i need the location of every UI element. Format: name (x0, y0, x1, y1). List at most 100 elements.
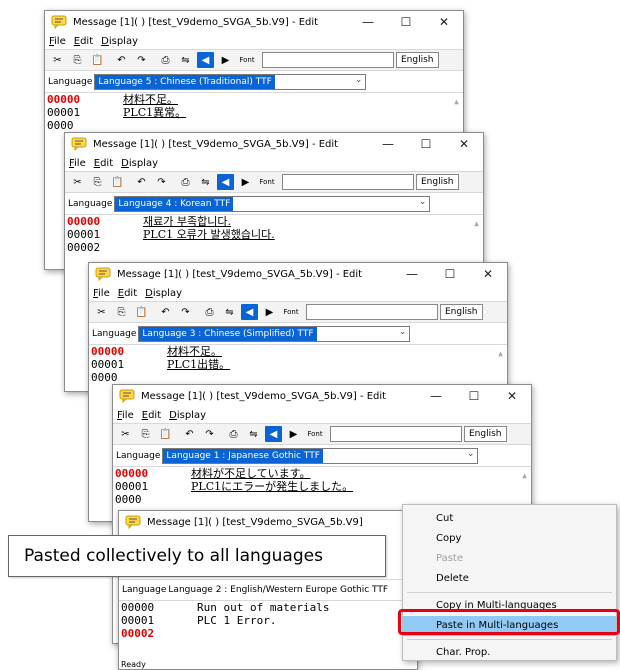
print-icon[interactable]: ⎙ (157, 52, 174, 68)
copy-icon[interactable]: ⎘ (69, 52, 86, 68)
undo-icon[interactable]: ↶ (181, 426, 198, 442)
table-row[interactable]: 00001 PLC1にエラーが発生しました。 (113, 480, 531, 493)
close-button[interactable]: ✕ (445, 137, 483, 151)
search-input[interactable] (330, 426, 462, 442)
redo-icon[interactable]: ↷ (201, 426, 218, 442)
menu-display[interactable]: Display (145, 288, 182, 299)
language-select[interactable]: Language 5 : Chinese (Traditional) TTF ⌄ (94, 73, 367, 90)
paste-icon[interactable]: 📋 (157, 426, 174, 442)
prev-icon[interactable]: ◀ (241, 304, 258, 320)
paste-icon[interactable]: 📋 (109, 174, 126, 190)
language-select[interactable]: Language 3 : Chinese (Simplified) TTF ⌄ (138, 325, 411, 342)
scroll-up-icon[interactable]: ▲ (522, 471, 527, 480)
table-row[interactable]: 00001 PLC1出错。 (89, 358, 507, 371)
menu-item-cut[interactable]: Cut (403, 509, 616, 529)
menu-edit[interactable]: Edit (118, 288, 137, 299)
cut-icon[interactable]: ✂ (49, 52, 66, 68)
minimize-button[interactable]: — (349, 15, 387, 29)
menu-item-char-prop[interactable]: Char. Prop. (403, 643, 616, 663)
copy-icon[interactable]: ⎘ (89, 174, 106, 190)
table-row[interactable]: 0000 (45, 119, 463, 132)
prev-icon[interactable]: ◀ (265, 426, 282, 442)
table-row[interactable]: 00000 材料不足。 (89, 345, 507, 358)
menu-edit[interactable]: Edit (142, 410, 161, 421)
table-row[interactable]: 00001 PLC 1 Error. (119, 614, 417, 627)
cut-icon[interactable]: ✂ (93, 304, 110, 320)
english-button[interactable]: English (464, 426, 507, 442)
search-input[interactable] (306, 304, 438, 320)
maximize-button[interactable]: ☐ (387, 15, 425, 29)
print-icon[interactable]: ⎙ (225, 426, 242, 442)
jump-icon[interactable]: ⇋ (177, 52, 194, 68)
search-input[interactable] (282, 174, 414, 190)
undo-icon[interactable]: ↶ (157, 304, 174, 320)
menu-item-delete[interactable]: Delete (403, 569, 616, 589)
menu-display[interactable]: Display (169, 410, 206, 421)
minimize-button[interactable]: — (369, 137, 407, 151)
menu-file[interactable]: File (49, 36, 66, 47)
close-button[interactable]: ✕ (425, 15, 463, 29)
english-button[interactable]: English (396, 52, 439, 68)
english-button[interactable]: English (440, 304, 483, 320)
table-row[interactable]: 00000 材料が不足しています。 (113, 467, 531, 480)
cut-icon[interactable]: ✂ (69, 174, 86, 190)
table-row[interactable]: 00001 PLC1 오류가 발생했습니다. (65, 228, 483, 241)
minimize-button[interactable]: — (393, 267, 431, 281)
language-select[interactable]: Language 1 : Japanese Gothic TTF ⌄ (162, 447, 479, 464)
table-row[interactable]: 00000 재료가 부족합니다. (65, 215, 483, 228)
font-button[interactable]: Font (257, 174, 277, 190)
language-select[interactable]: Language 2 : English/Western Europe Goth… (168, 582, 388, 598)
prev-icon[interactable]: ◀ (217, 174, 234, 190)
menu-file[interactable]: File (93, 288, 110, 299)
next-icon[interactable]: ▶ (217, 52, 234, 68)
menu-file[interactable]: File (117, 410, 134, 421)
maximize-button[interactable]: ☐ (431, 267, 469, 281)
copy-icon[interactable]: ⎘ (137, 426, 154, 442)
maximize-button[interactable]: ☐ (455, 389, 493, 403)
redo-icon[interactable]: ↷ (153, 174, 170, 190)
print-icon[interactable]: ⎙ (201, 304, 218, 320)
print-icon[interactable]: ⎙ (177, 174, 194, 190)
prev-icon[interactable]: ◀ (197, 52, 214, 68)
next-icon[interactable]: ▶ (237, 174, 254, 190)
table-row[interactable]: 00000 材料不足。 (45, 93, 463, 106)
scroll-up-icon[interactable]: ▲ (474, 219, 479, 228)
jump-icon[interactable]: ⇋ (221, 304, 238, 320)
english-button[interactable]: English (416, 174, 459, 190)
table-row[interactable]: 00002 (119, 627, 417, 640)
table-row[interactable]: 00000 Run out of materials (119, 601, 417, 614)
next-icon[interactable]: ▶ (285, 426, 302, 442)
menu-edit[interactable]: Edit (94, 158, 113, 169)
cut-icon[interactable]: ✂ (117, 426, 134, 442)
jump-icon[interactable]: ⇋ (245, 426, 262, 442)
menu-file[interactable]: File (69, 158, 86, 169)
redo-icon[interactable]: ↷ (177, 304, 194, 320)
undo-icon[interactable]: ↶ (113, 52, 130, 68)
font-button[interactable]: Font (237, 52, 257, 68)
minimize-button[interactable]: — (417, 389, 455, 403)
menu-display[interactable]: Display (121, 158, 158, 169)
table-row[interactable]: 0000 (89, 371, 507, 384)
close-button[interactable]: ✕ (493, 389, 531, 403)
maximize-button[interactable]: ☐ (407, 137, 445, 151)
menu-item-copy[interactable]: Copy (403, 529, 616, 549)
table-row[interactable]: 00002 (65, 241, 483, 254)
search-input[interactable] (262, 52, 394, 68)
scroll-up-icon[interactable]: ▲ (498, 349, 503, 358)
language-select[interactable]: Language 4 : Korean TTF ⌄ (114, 195, 431, 212)
paste-icon[interactable]: 📋 (89, 52, 106, 68)
paste-icon[interactable]: 📋 (133, 304, 150, 320)
menu-display[interactable]: Display (101, 36, 138, 47)
scroll-up-icon[interactable]: ▲ (454, 97, 459, 106)
copy-icon[interactable]: ⎘ (113, 304, 130, 320)
next-icon[interactable]: ▶ (261, 304, 278, 320)
menu-edit[interactable]: Edit (74, 36, 93, 47)
jump-icon[interactable]: ⇋ (197, 174, 214, 190)
font-button[interactable]: Font (281, 304, 301, 320)
close-button[interactable]: ✕ (469, 267, 507, 281)
menu-item-paste[interactable]: Paste (403, 549, 616, 569)
undo-icon[interactable]: ↶ (133, 174, 150, 190)
redo-icon[interactable]: ↷ (133, 52, 150, 68)
table-row[interactable]: 00001 PLC1異常。 (45, 106, 463, 119)
font-button[interactable]: Font (305, 426, 325, 442)
